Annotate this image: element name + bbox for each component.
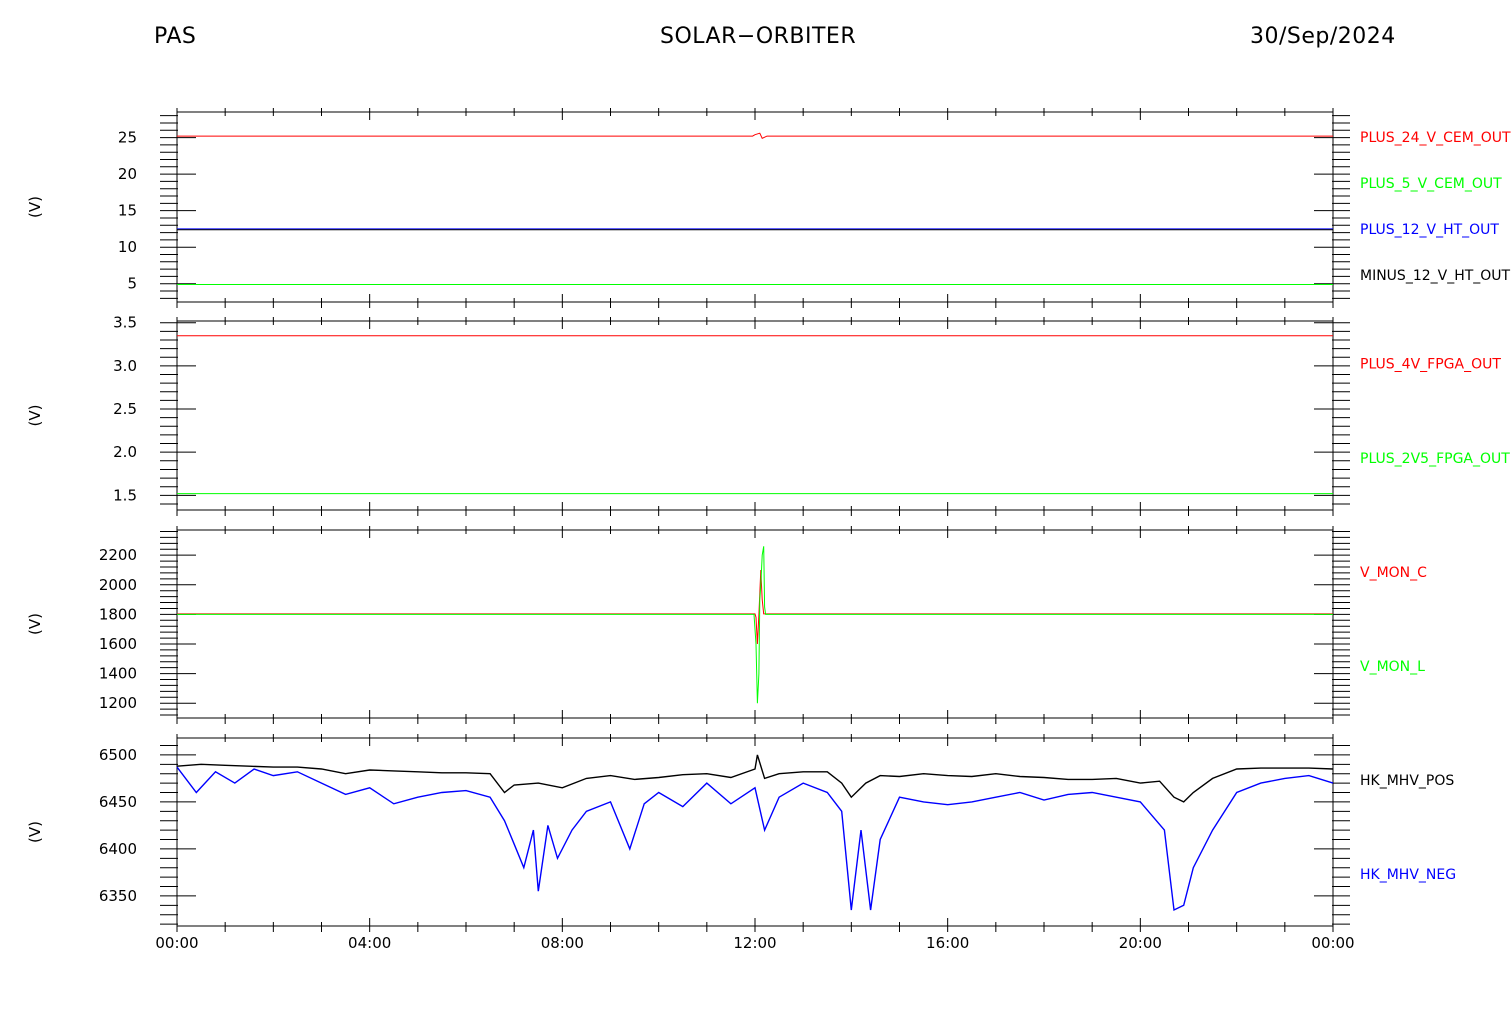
panel-3-ylabel: (V) — [26, 821, 44, 843]
panel-1-ytick-label-3: 3.0 — [113, 357, 137, 375]
panel-0-series-0 — [177, 132, 1333, 139]
panel-3-legend-0: HK_MHV_POS — [1360, 773, 1454, 789]
panel-1-ytick-label-1: 2.0 — [113, 443, 137, 461]
panel-0-ytick-label-0: 5 — [127, 275, 137, 293]
panel-0-legend-2: PLUS_12_V_HT_OUT — [1360, 222, 1499, 238]
panel-1-ylabel: (V) — [26, 405, 44, 427]
xtick-label-5: 20:00 — [1119, 934, 1162, 952]
panel-0-ytick-label-1: 10 — [118, 238, 137, 256]
panel-2-ytick-label-4: 2000 — [99, 576, 137, 594]
panel-2-ytick-label-3: 1800 — [99, 605, 137, 623]
panel-0-ytick-label-4: 25 — [118, 129, 137, 147]
panel-3-ytick-label-1: 6400 — [99, 840, 137, 858]
panel-3-ytick-label-2: 6450 — [99, 793, 137, 811]
xtick-label-4: 16:00 — [926, 934, 969, 952]
panel-1-frame — [176, 320, 1334, 511]
panel-1-legend-1: PLUS_2V5_FPGA_OUT — [1360, 451, 1510, 467]
panel-0-legend-0: PLUS_24_V_CEM_OUT — [1360, 130, 1511, 146]
panel-1-ytick-label-4: 3.5 — [113, 314, 137, 332]
panel-1-ytick-label-2: 2.5 — [113, 400, 137, 418]
panel-3-ytick-label-0: 6350 — [99, 887, 137, 905]
panel-0-ylabel: (V) — [26, 196, 44, 218]
panel-3-series-0 — [176, 754, 1334, 803]
panel-2-ytick-label-0: 1200 — [99, 694, 137, 712]
panel-2-legend-1: V_MON_L — [1360, 659, 1425, 675]
xtick-label-3: 12:00 — [733, 934, 776, 952]
panel-2-legend-0: V_MON_C — [1360, 565, 1427, 581]
panel-3-series-1 — [176, 766, 1334, 912]
panel-2-ytick-label-5: 2200 — [99, 546, 137, 564]
panel-0-frame — [176, 111, 1334, 303]
panel-3-ytick-label-3: 6500 — [99, 746, 137, 764]
panel-2-ylabel: (V) — [26, 613, 44, 635]
panel-2-ytick-label-2: 1600 — [99, 635, 137, 653]
xtick-label-0: 00:00 — [155, 934, 198, 952]
xtick-label-1: 04:00 — [348, 934, 391, 952]
panel-2-ytick-label-1: 1400 — [99, 665, 137, 683]
panel-0-ytick-label-2: 15 — [118, 202, 137, 220]
multi-panel-chart: 5 10 15 20 25 (V) PLUS_24_V_CEM_OUT PLUS_5_V_CE… — [26, 108, 1511, 952]
panel-2-series-1 — [177, 546, 1333, 704]
panel-0-legend-3: MINUS_12_V_HT_OUT — [1360, 268, 1511, 284]
xtick-label-6: 00:00 — [1311, 934, 1354, 952]
panel-3-legend-1: HK_MHV_NEG — [1360, 867, 1456, 883]
xtick-label-2: 08:00 — [541, 934, 584, 952]
panel-1-ytick-label-0: 1.5 — [113, 486, 137, 504]
panel-0-ytick-label-3: 20 — [118, 165, 137, 183]
panel-1-legend-0: PLUS_4V_FPGA_OUT — [1360, 356, 1501, 372]
panel-0-legend-1: PLUS_5_V_CEM_OUT — [1360, 176, 1502, 192]
